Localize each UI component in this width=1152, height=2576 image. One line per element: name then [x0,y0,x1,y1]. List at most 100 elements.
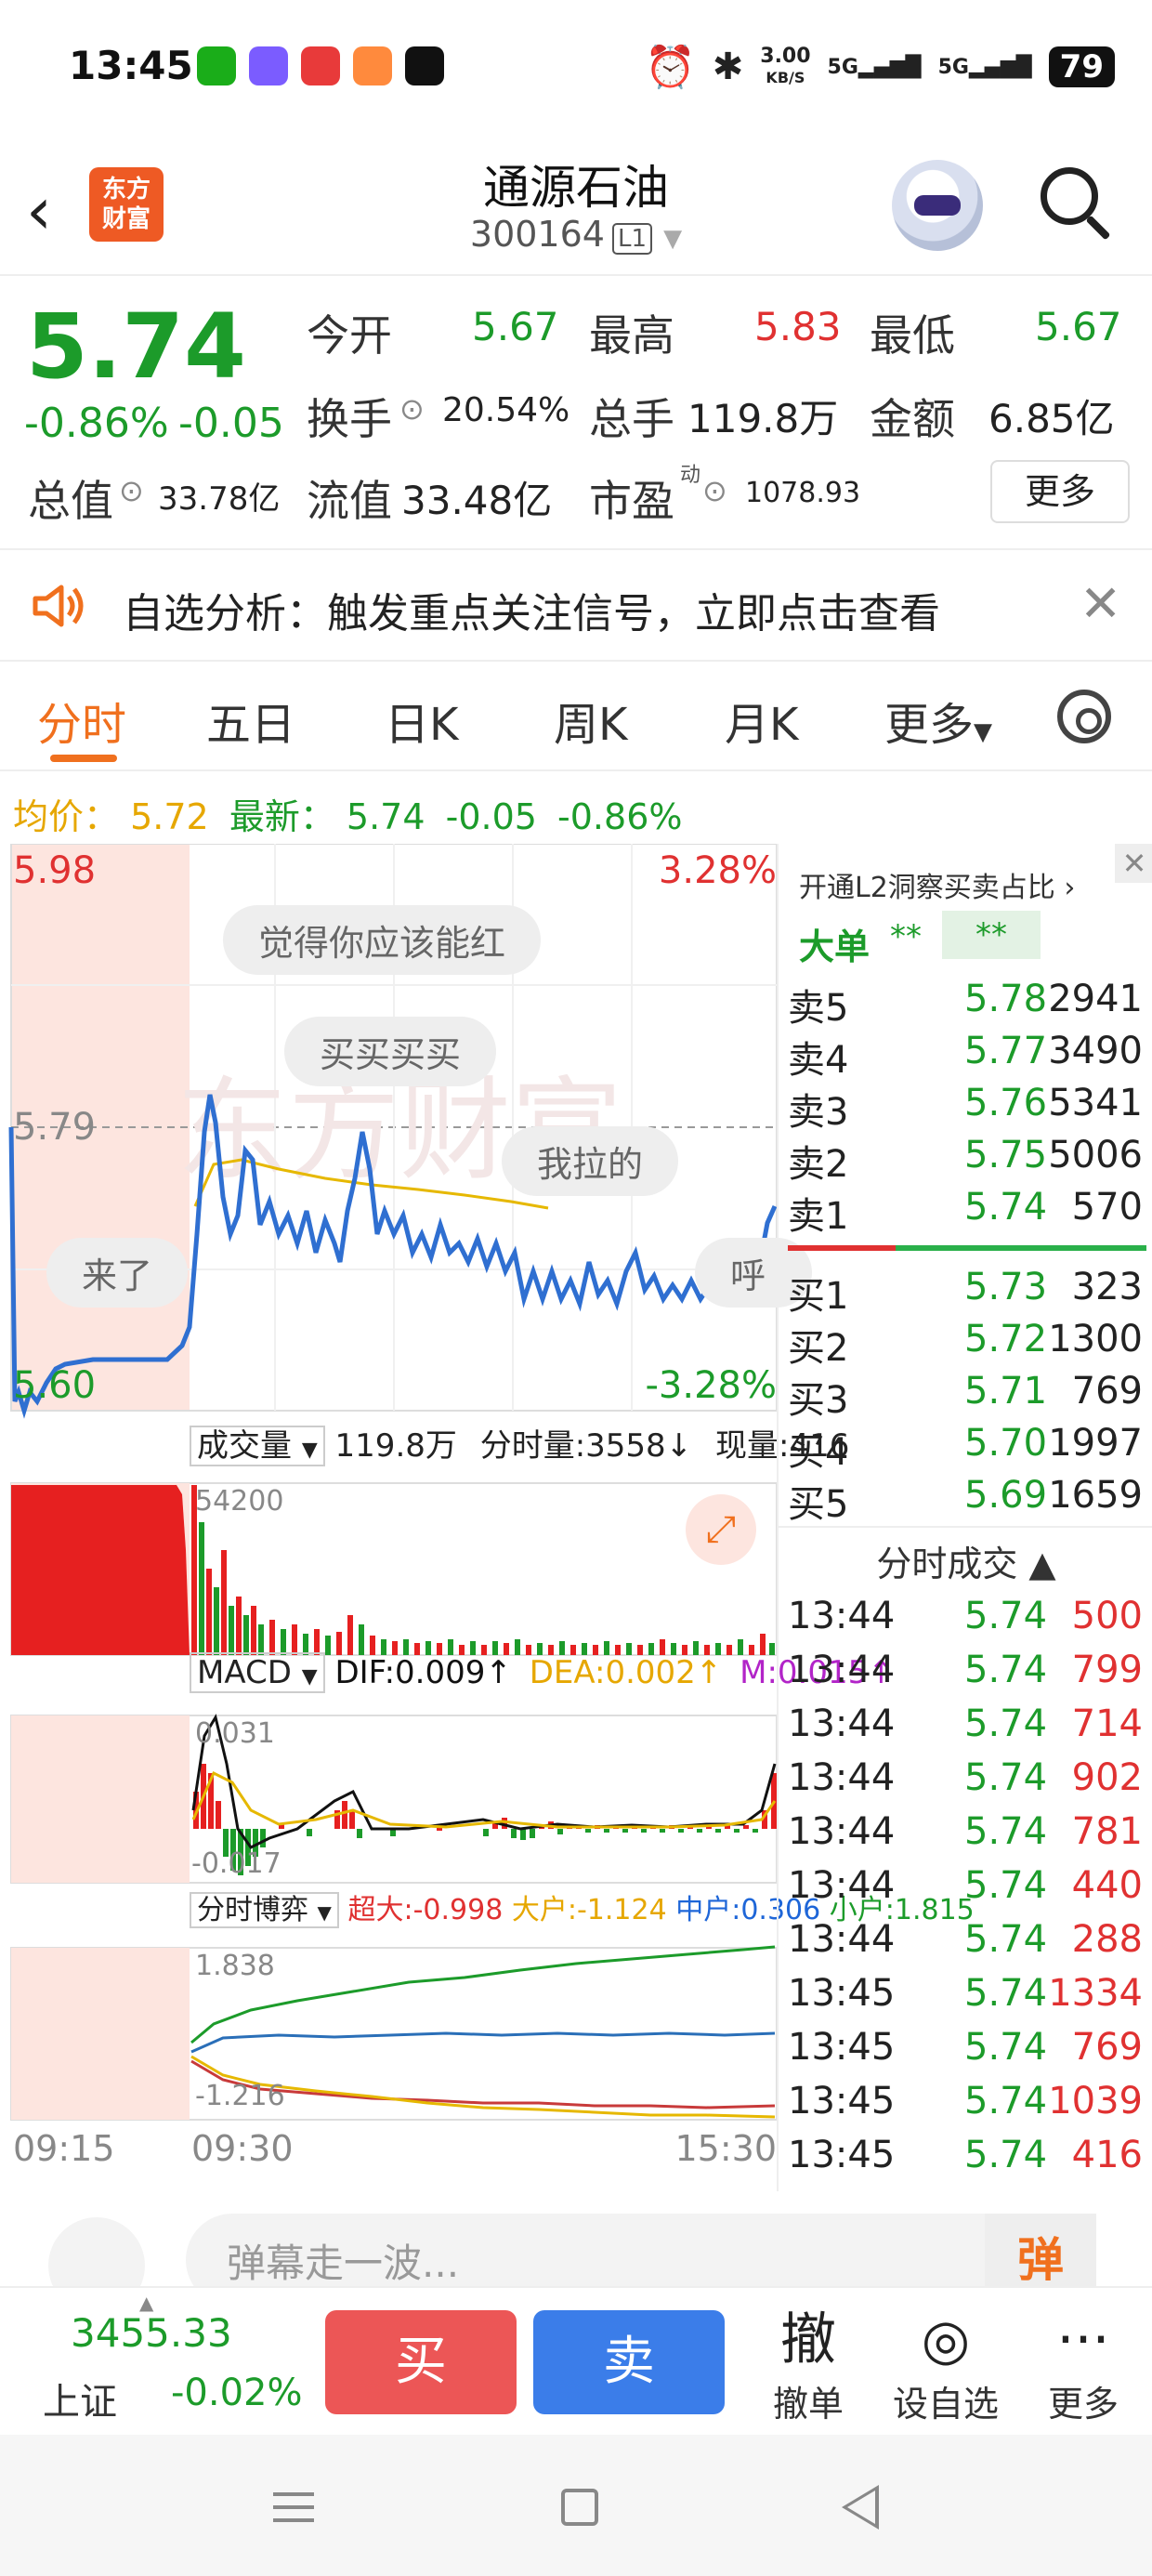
ask-row[interactable]: 卖1 5.74 570 [788,1186,1150,1238]
info-icon[interactable]: ⊙ [702,473,727,508]
open-value: 5.67 [472,304,559,349]
flow-low: -1.216 [195,2080,285,2112]
trade-row: 13:45 5.74 416 [788,2134,1143,2176]
flow-mid-line [190,2031,776,2054]
float-label: 流值 [307,476,392,526]
flow-selector[interactable]: 分时博弈 ▼ [190,1892,339,1928]
expand-icon[interactable]: ⤢ [686,1494,756,1565]
add-watchlist-button[interactable]: ◎ 设自选 [890,2305,1001,2426]
divider [779,1526,1152,1528]
ratio-bar [788,1245,1146,1251]
high-label: 最高 [589,310,674,361]
sell-button[interactable]: 卖 [533,2310,725,2414]
alert-banner[interactable]: 自选分析：触发重点关注信号，立即点击查看 ✕ [0,550,1152,662]
add-watchlist-label: 设自选 [892,2384,999,2425]
info-icon[interactable]: ⊙ [119,473,144,508]
trade-row: 13:44 5.74 714 [788,1702,1143,1745]
status-bar: 13:45 ⏰ ✱ 3.00 KB/S 5G▂▄▆█ 5G▂▄▆█ 79 [0,0,1152,139]
macd-dea: DEA:0.002↑ [529,1654,723,1691]
trade-row: 13:44 5.74 781 [788,1810,1143,1853]
ask-row[interactable]: 卖5 5.78 2941 [788,978,1150,1030]
pre-market-volume [11,1485,190,1655]
alarm-icon: ⏰ [644,44,696,91]
amount-label: 金额 [870,394,955,444]
net-speed: 3.00 KB/S [760,44,811,86]
app-icon [301,46,340,85]
volume-label: 总手 [589,394,674,444]
volume-selector[interactable]: 成交量 ▼ [190,1426,325,1466]
comment-bar: 弹幕走一波... 弹 [0,2191,1152,2314]
bid-row[interactable]: 买5 5.69 1659 [788,1474,1150,1526]
trade-row: 13:45 5.74 1039 [788,2080,1143,2123]
flow-super: 超大:-0.998 [347,1894,504,1926]
more-quote-button[interactable]: 更多 [990,460,1130,523]
signal-icon: 5G▂▄▆█ [827,55,922,79]
change-pct: -0.86% [24,400,169,447]
trade-row: 13:44 5.74 902 [788,1756,1143,1799]
menu-icon[interactable] [273,2492,314,2531]
info-icon[interactable]: ⊙ [399,391,425,427]
danmu-bubble: 我拉的 [502,1126,679,1196]
danmu-placeholder: 弹幕走一波... [227,2241,460,2286]
change: -0.05 [178,400,284,447]
status-time: 13:45 [69,43,193,88]
high-value: 5.83 [754,304,842,349]
bottom-toolbar: ▲ 3455.33 上证 -0.02% 买 卖 撤 撤单 ◎ 设自选 ··· 更… [0,2286,1152,2437]
pct-low: -3.28% [645,1364,777,1407]
app-icon [249,46,288,85]
intraday-chart[interactable]: 东方财富 5.98 5.79 5.60 3.28% -3.28% 觉得你应该能红… [0,844,975,2191]
close-icon[interactable]: ✕ [1080,574,1121,633]
tab-intraday[interactable]: 分时 [37,688,126,753]
macd-high: 0.031 [195,1717,275,1750]
volume-total: 119.8万 [334,1427,457,1465]
chart-tabs: 分时 五日 日K 周K 月K 更多▼ [0,662,1152,771]
system-nav-bar [0,2435,1152,2576]
status-right: ⏰ ✱ 3.00 KB/S 5G▂▄▆█ 5G▂▄▆█ 79 [645,39,1115,95]
tab-five-day[interactable]: 五日 [206,688,295,753]
assistant-avatar[interactable] [892,160,983,251]
bid-row[interactable]: 买1 5.73 323 [788,1266,1150,1318]
tab-more[interactable]: 更多▼ [884,688,992,753]
y-mid: 5.79 [13,1106,97,1149]
home-icon[interactable] [561,2489,598,2526]
index-value[interactable]: 3455.33 [71,2310,232,2356]
l2-promo-link[interactable]: 开通L2洞察买卖占比 › [799,864,1075,905]
speaker-icon [33,585,84,627]
pe-sup: 动 [680,464,701,487]
trade-row: 13:44 5.74 440 [788,1864,1143,1907]
y-low: 5.60 [13,1364,97,1407]
flow-small-line [190,1945,776,2044]
ask-row[interactable]: 卖2 5.75 5006 [788,1134,1150,1186]
gear-icon[interactable] [1057,690,1111,743]
more-button[interactable]: ··· 更多 [1028,2305,1139,2426]
app-icon [353,46,392,85]
avg-label: 均价： [13,796,120,837]
cancel-order-button[interactable]: 撤 撤单 [753,2305,864,2426]
ask-row[interactable]: 卖3 5.76 5341 [788,1082,1150,1134]
active-tab-indicator [50,755,117,762]
mktcap-label: 总值 [28,476,113,526]
flow-high: 1.838 [195,1950,275,1982]
trades-title[interactable]: 分时成交 ▲ [779,1535,1152,1586]
volume-tick: 分时量:3558↓ [479,1427,693,1465]
watchlist-icon: ◎ [921,2307,971,2372]
more-label: 更多 [1047,2384,1119,2425]
volume-value: 119.8万 [687,396,839,441]
tab-monthly-k[interactable]: 月K [725,688,798,753]
turnover-value: 20.54% [442,391,570,429]
buy-button[interactable]: 买 [325,2310,517,2414]
back-nav-icon[interactable] [842,2485,879,2530]
search-icon[interactable] [1041,167,1098,225]
bid-row[interactable]: 买4 5.70 1997 [788,1422,1150,1474]
close-icon[interactable]: ✕ [1115,844,1152,883]
signal-icon: 5G▂▄▆█ [937,55,1032,79]
bid-row[interactable]: 买2 5.72 1300 [788,1318,1150,1370]
ask-row[interactable]: 卖4 5.77 3490 [788,1030,1150,1082]
tab-daily-k[interactable]: 日K [385,688,458,753]
danmu-bubble: 觉得你应该能红 [223,905,542,975]
macd-selector[interactable]: MACD ▼ [190,1652,325,1693]
tab-weekly-k[interactable]: 周K [554,688,627,753]
pct-high: 3.28% [658,849,777,892]
bid-row[interactable]: 买3 5.71 769 [788,1370,1150,1422]
trade-row: 13:44 5.74 288 [788,1918,1143,1961]
